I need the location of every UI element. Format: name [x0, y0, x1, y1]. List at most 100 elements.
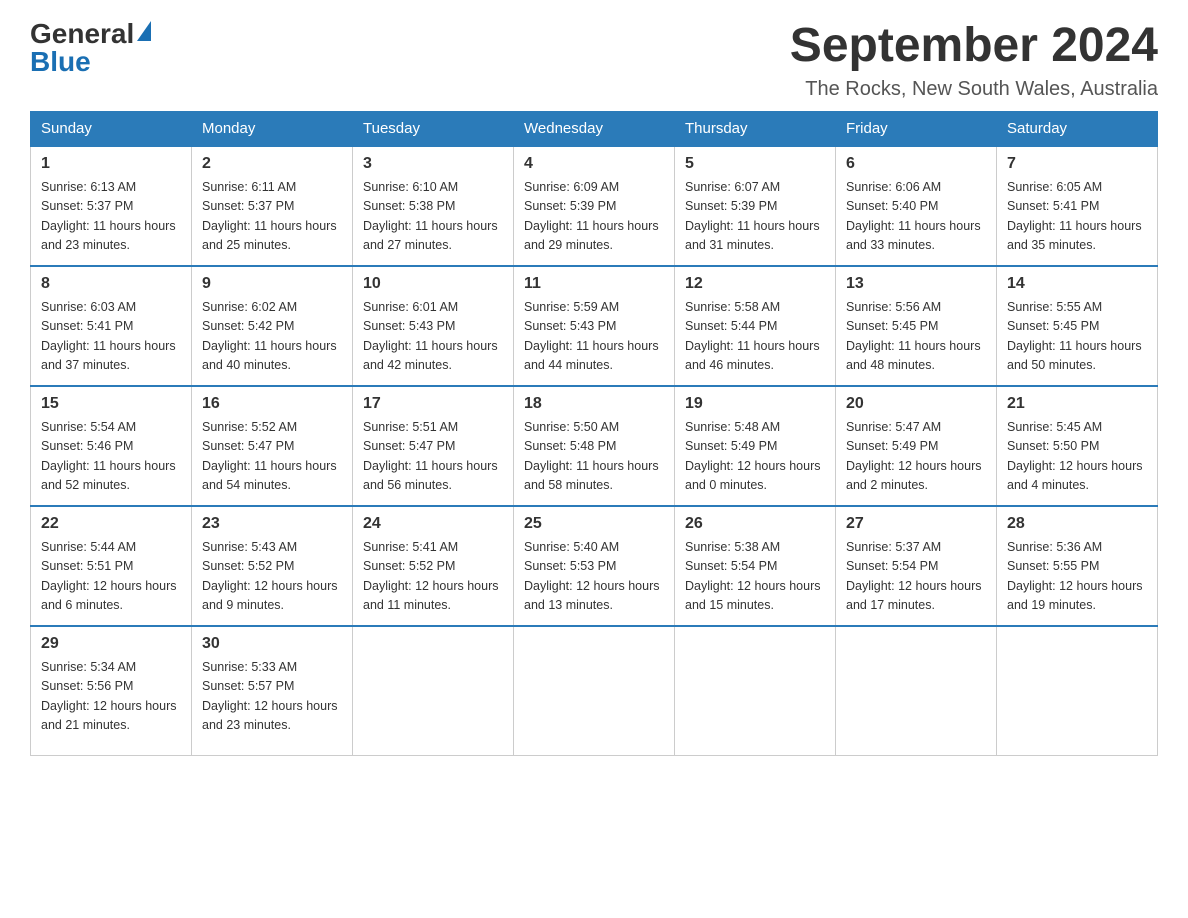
day-number: 28: [1007, 515, 1147, 533]
day-info: Sunrise: 5:47 AMSunset: 5:49 PMDaylight:…: [846, 418, 986, 496]
day-number: 30: [202, 635, 342, 653]
day-info: Sunrise: 6:06 AMSunset: 5:40 PMDaylight:…: [846, 178, 986, 256]
day-info: Sunrise: 6:02 AMSunset: 5:42 PMDaylight:…: [202, 298, 342, 376]
day-number: 13: [846, 275, 986, 293]
column-header-saturday: Saturday: [997, 111, 1158, 146]
calendar-header-row: SundayMondayTuesdayWednesdayThursdayFrid…: [31, 111, 1158, 146]
calendar-cell: 27 Sunrise: 5:37 AMSunset: 5:54 PMDayligh…: [836, 506, 997, 626]
day-number: 1: [41, 155, 181, 173]
day-info: Sunrise: 6:13 AMSunset: 5:37 PMDaylight:…: [41, 178, 181, 256]
day-info: Sunrise: 6:11 AMSunset: 5:37 PMDaylight:…: [202, 178, 342, 256]
column-header-friday: Friday: [836, 111, 997, 146]
day-info: Sunrise: 6:01 AMSunset: 5:43 PMDaylight:…: [363, 298, 503, 376]
logo-triangle-icon: [137, 21, 151, 41]
calendar-week-row: 22Sunrise: 5:44 AMSunset: 5:51 PMDayligh…: [31, 506, 1158, 626]
day-number: 18: [524, 395, 664, 413]
calendar-cell: 14 Sunrise: 5:55 AMSunset: 5:45 PMDayligh…: [997, 266, 1158, 386]
calendar-cell: 30 Sunrise: 5:33 AMSunset: 5:57 PMDayligh…: [192, 626, 353, 756]
calendar-cell: 7 Sunrise: 6:05 AMSunset: 5:41 PMDaylight…: [997, 146, 1158, 266]
day-number: 16: [202, 395, 342, 413]
calendar-cell: 13Sunrise: 5:56 AMSunset: 5:45 PMDayligh…: [836, 266, 997, 386]
day-info: Sunrise: 5:34 AMSunset: 5:56 PMDaylight:…: [41, 658, 181, 736]
calendar-cell: [997, 626, 1158, 756]
day-number: 17: [363, 395, 503, 413]
day-info: Sunrise: 6:10 AMSunset: 5:38 PMDaylight:…: [363, 178, 503, 256]
calendar-cell: 17 Sunrise: 5:51 AMSunset: 5:47 PMDayligh…: [353, 386, 514, 506]
day-info: Sunrise: 6:09 AMSunset: 5:39 PMDaylight:…: [524, 178, 664, 256]
day-info: Sunrise: 5:38 AMSunset: 5:54 PMDaylight:…: [685, 538, 825, 616]
day-number: 7: [1007, 155, 1147, 173]
day-info: Sunrise: 5:51 AMSunset: 5:47 PMDaylight:…: [363, 418, 503, 496]
day-number: 4: [524, 155, 664, 173]
column-header-tuesday: Tuesday: [353, 111, 514, 146]
page-header: General Blue September 2024 The Rocks, N…: [30, 20, 1158, 101]
day-number: 27: [846, 515, 986, 533]
day-info: Sunrise: 6:05 AMSunset: 5:41 PMDaylight:…: [1007, 178, 1147, 256]
day-number: 21: [1007, 395, 1147, 413]
day-number: 25: [524, 515, 664, 533]
day-info: Sunrise: 5:37 AMSunset: 5:54 PMDaylight:…: [846, 538, 986, 616]
day-number: 3: [363, 155, 503, 173]
day-number: 14: [1007, 275, 1147, 293]
month-title: September 2024: [790, 20, 1158, 73]
day-info: Sunrise: 5:52 AMSunset: 5:47 PMDaylight:…: [202, 418, 342, 496]
day-number: 24: [363, 515, 503, 533]
day-number: 12: [685, 275, 825, 293]
day-info: Sunrise: 5:36 AMSunset: 5:55 PMDaylight:…: [1007, 538, 1147, 616]
calendar-week-row: 8 Sunrise: 6:03 AMSunset: 5:41 PMDaylight…: [31, 266, 1158, 386]
calendar-cell: 2 Sunrise: 6:11 AMSunset: 5:37 PMDaylight…: [192, 146, 353, 266]
calendar-cell: [514, 626, 675, 756]
column-header-sunday: Sunday: [31, 111, 192, 146]
column-header-thursday: Thursday: [675, 111, 836, 146]
calendar-cell: 6Sunrise: 6:06 AMSunset: 5:40 PMDaylight…: [836, 146, 997, 266]
day-number: 19: [685, 395, 825, 413]
calendar-cell: 3 Sunrise: 6:10 AMSunset: 5:38 PMDaylight…: [353, 146, 514, 266]
day-info: Sunrise: 5:58 AMSunset: 5:44 PMDaylight:…: [685, 298, 825, 376]
calendar-cell: 23 Sunrise: 5:43 AMSunset: 5:52 PMDayligh…: [192, 506, 353, 626]
day-number: 22: [41, 515, 181, 533]
logo-general-text: General: [30, 18, 134, 49]
day-number: 8: [41, 275, 181, 293]
calendar-week-row: 29 Sunrise: 5:34 AMSunset: 5:56 PMDayligh…: [31, 626, 1158, 756]
calendar-cell: [836, 626, 997, 756]
calendar-cell: 19Sunrise: 5:48 AMSunset: 5:49 PMDayligh…: [675, 386, 836, 506]
day-number: 2: [202, 155, 342, 173]
calendar-cell: 15 Sunrise: 5:54 AMSunset: 5:46 PMDayligh…: [31, 386, 192, 506]
location-title: The Rocks, New South Wales, Australia: [790, 78, 1158, 101]
day-number: 23: [202, 515, 342, 533]
calendar-cell: 28 Sunrise: 5:36 AMSunset: 5:55 PMDayligh…: [997, 506, 1158, 626]
calendar-week-row: 1 Sunrise: 6:13 AMSunset: 5:37 PMDaylight…: [31, 146, 1158, 266]
calendar-cell: 10Sunrise: 6:01 AMSunset: 5:43 PMDayligh…: [353, 266, 514, 386]
column-header-monday: Monday: [192, 111, 353, 146]
day-number: 15: [41, 395, 181, 413]
day-info: Sunrise: 5:55 AMSunset: 5:45 PMDaylight:…: [1007, 298, 1147, 376]
calendar-cell: 21 Sunrise: 5:45 AMSunset: 5:50 PMDayligh…: [997, 386, 1158, 506]
calendar-cell: 18 Sunrise: 5:50 AMSunset: 5:48 PMDayligh…: [514, 386, 675, 506]
calendar-cell: 16 Sunrise: 5:52 AMSunset: 5:47 PMDayligh…: [192, 386, 353, 506]
calendar-cell: 29 Sunrise: 5:34 AMSunset: 5:56 PMDayligh…: [31, 626, 192, 756]
calendar-cell: 9 Sunrise: 6:02 AMSunset: 5:42 PMDaylight…: [192, 266, 353, 386]
day-info: Sunrise: 6:07 AMSunset: 5:39 PMDaylight:…: [685, 178, 825, 256]
day-number: 26: [685, 515, 825, 533]
day-info: Sunrise: 5:50 AMSunset: 5:48 PMDaylight:…: [524, 418, 664, 496]
day-info: Sunrise: 5:40 AMSunset: 5:53 PMDaylight:…: [524, 538, 664, 616]
calendar-cell: 26 Sunrise: 5:38 AMSunset: 5:54 PMDayligh…: [675, 506, 836, 626]
calendar-cell: 25 Sunrise: 5:40 AMSunset: 5:53 PMDayligh…: [514, 506, 675, 626]
day-info: Sunrise: 5:45 AMSunset: 5:50 PMDaylight:…: [1007, 418, 1147, 496]
calendar-cell: 8 Sunrise: 6:03 AMSunset: 5:41 PMDaylight…: [31, 266, 192, 386]
day-number: 11: [524, 275, 664, 293]
day-number: 29: [41, 635, 181, 653]
day-info: Sunrise: 5:43 AMSunset: 5:52 PMDaylight:…: [202, 538, 342, 616]
calendar-cell: 12 Sunrise: 5:58 AMSunset: 5:44 PMDayligh…: [675, 266, 836, 386]
day-info: Sunrise: 5:41 AMSunset: 5:52 PMDaylight:…: [363, 538, 503, 616]
calendar-cell: 20Sunrise: 5:47 AMSunset: 5:49 PMDayligh…: [836, 386, 997, 506]
day-info: Sunrise: 5:59 AMSunset: 5:43 PMDaylight:…: [524, 298, 664, 376]
day-info: Sunrise: 5:54 AMSunset: 5:46 PMDaylight:…: [41, 418, 181, 496]
calendar-cell: [675, 626, 836, 756]
day-info: Sunrise: 5:33 AMSunset: 5:57 PMDaylight:…: [202, 658, 342, 736]
title-section: September 2024 The Rocks, New South Wale…: [790, 20, 1158, 101]
day-info: Sunrise: 6:03 AMSunset: 5:41 PMDaylight:…: [41, 298, 181, 376]
calendar-cell: 11 Sunrise: 5:59 AMSunset: 5:43 PMDayligh…: [514, 266, 675, 386]
day-number: 5: [685, 155, 825, 173]
day-number: 9: [202, 275, 342, 293]
